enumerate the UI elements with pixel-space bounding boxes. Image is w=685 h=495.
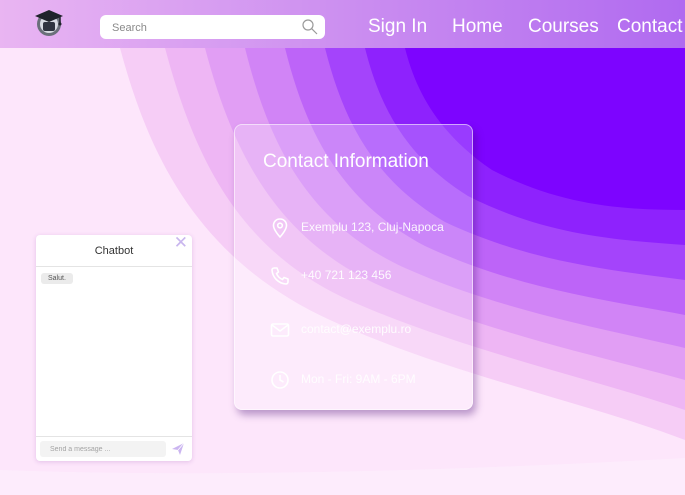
top-nav-bar: Sign In Home Courses Contact — [0, 0, 685, 48]
contact-card: Contact Information Exemplu 123, Cluj-Na… — [234, 124, 473, 410]
search-icon[interactable] — [301, 18, 319, 36]
clock-icon — [271, 371, 289, 389]
phone-icon — [271, 267, 289, 285]
contact-phone-text: +40 721 123 456 — [301, 268, 392, 282]
send-icon[interactable] — [170, 441, 186, 457]
contact-hours-text: Mon - Fri: 9AM - 6PM — [301, 372, 416, 386]
nav-home-link[interactable]: Home — [452, 16, 503, 38]
chatbot-footer — [36, 436, 192, 461]
contact-address-text: Exemplu 123, Cluj-Napoca — [301, 220, 444, 234]
mail-icon — [270, 323, 290, 337]
search-input[interactable] — [110, 19, 294, 37]
contact-title: Contact Information — [263, 151, 429, 172]
nav-sign-in-link[interactable]: Sign In — [368, 16, 427, 38]
chat-message-bubble: Salut. — [41, 273, 73, 284]
chat-message-input[interactable] — [40, 441, 166, 457]
nav-contact-link[interactable]: Contact — [617, 16, 682, 38]
location-pin-icon — [272, 218, 288, 239]
graduation-cap-logo-icon[interactable] — [33, 7, 65, 39]
nav-courses-link[interactable]: Courses — [528, 16, 599, 38]
chatbot-panel: Chatbot ✕ Salut. — [36, 233, 192, 461]
contact-email-text: contact@exemplu.ro — [301, 322, 412, 336]
chatbot-title: Chatbot — [94, 245, 134, 257]
chatbot-header: Chatbot ✕ — [36, 233, 192, 267]
close-icon[interactable]: ✕ — [174, 233, 188, 253]
search-box[interactable] — [100, 15, 325, 39]
